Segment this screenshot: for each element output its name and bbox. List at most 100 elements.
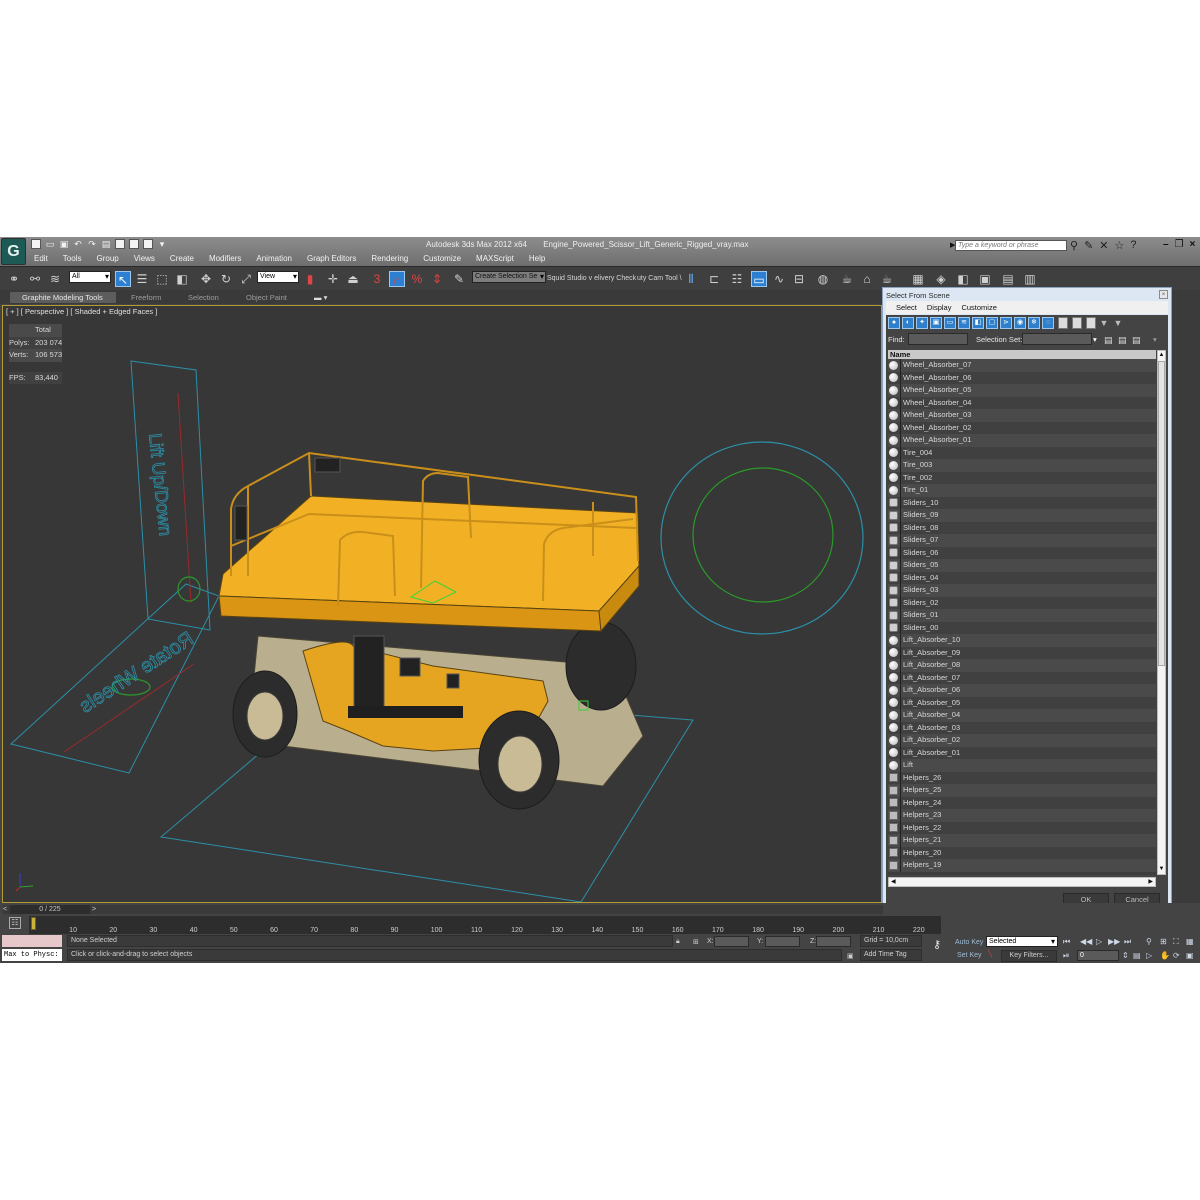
menu-rendering[interactable]: Rendering	[371, 254, 408, 263]
maxscript-listener-input[interactable]: Max to Physc:	[2, 949, 62, 961]
select-and-rotate-icon[interactable]: ↻	[218, 271, 234, 287]
open-file-icon[interactable]: ▭	[45, 239, 55, 249]
list-item[interactable]: Helpers_24	[888, 796, 1156, 809]
list-item[interactable]: Sliders_04	[888, 571, 1156, 584]
subscription-icon[interactable]: ✎	[1084, 239, 1093, 252]
dialog-menu-customize[interactable]: Customize	[961, 301, 996, 314]
close-icon[interactable]: ×	[1190, 239, 1196, 250]
orbit-icon[interactable]: ⟳	[1173, 951, 1180, 960]
window-layout-icon-3[interactable]	[143, 239, 153, 249]
restore-icon[interactable]: ❐	[1175, 239, 1184, 250]
display-invert-icon[interactable]	[1086, 317, 1096, 329]
list-item[interactable]: Tire_004	[888, 446, 1156, 459]
go-to-end-icon[interactable]: ⏭	[1124, 937, 1131, 947]
minimize-icon[interactable]: –	[1163, 239, 1169, 250]
render-setup-icon[interactable]: ☕	[839, 271, 855, 287]
previous-frame-icon[interactable]: ◀◀	[1080, 937, 1092, 946]
current-frame-marker[interactable]	[31, 917, 36, 930]
list-item[interactable]: Helpers_25	[888, 784, 1156, 797]
list-item[interactable]: Sliders_01	[888, 609, 1156, 622]
custom-toolbar-label-2[interactable]: uty Cam Tool \	[637, 275, 682, 282]
qat-dropdown-icon[interactable]: ▾	[157, 239, 167, 249]
y-coordinate-input[interactable]	[765, 936, 800, 947]
set-key-icon[interactable]: ⚷	[927, 938, 947, 951]
redo-icon[interactable]: ↷	[87, 239, 97, 249]
select-and-move-icon[interactable]: ✥	[198, 271, 214, 287]
display-space-warps-icon[interactable]: ≋	[958, 317, 970, 329]
binoculars-icon[interactable]: ⚲	[1070, 239, 1078, 252]
list-item[interactable]: Tire_002	[888, 471, 1156, 484]
tab-freeform[interactable]: Freeform	[131, 292, 161, 303]
select-object-icon[interactable]: ↖	[115, 271, 131, 287]
list-item[interactable]: Wheel_Absorber_01	[888, 434, 1156, 447]
display-frozen-icon[interactable]: ❄	[1028, 317, 1040, 329]
ribbon-options-icon[interactable]: ▬ ▾	[314, 292, 327, 303]
rectangular-selection-icon[interactable]: ⬚	[154, 271, 170, 287]
frame-spinner-icon[interactable]: ⇕	[1122, 951, 1129, 960]
edit-named-selection-icon[interactable]: ✎	[451, 271, 467, 287]
layer-manager-icon[interactable]: ☷	[729, 271, 745, 287]
display-bones-icon[interactable]: ⋗	[1000, 317, 1012, 329]
percent-snap-icon[interactable]: %	[409, 271, 425, 287]
project-folder-icon[interactable]: ▤	[101, 239, 111, 249]
display-helpers-icon[interactable]: ▭	[944, 317, 956, 329]
extra-tool-icon-4[interactable]: ▣	[977, 271, 993, 287]
scroll-left-icon[interactable]: ◀	[891, 878, 896, 887]
display-groups-icon[interactable]: ◧	[972, 317, 984, 329]
menu-group[interactable]: Group	[96, 254, 118, 263]
undo-icon[interactable]: ↶	[73, 239, 83, 249]
display-all-icon[interactable]	[1058, 317, 1068, 329]
name-column-header[interactable]: Name	[888, 350, 1156, 359]
dialog-menu-display[interactable]: Display	[927, 301, 952, 314]
display-none-icon[interactable]	[1072, 317, 1082, 329]
menu-modifiers[interactable]: Modifiers	[209, 254, 241, 263]
menu-animation[interactable]: Animation	[256, 254, 292, 263]
remove-from-selection-set-icon[interactable]: ▤	[1132, 335, 1141, 346]
key-mode-toggle-icon[interactable]: ╲	[988, 950, 992, 958]
set-key-button[interactable]: Set Key	[957, 952, 982, 959]
mini-curve-editor-icon[interactable]: ☷	[9, 917, 21, 929]
display-lights-icon[interactable]: ✦	[916, 317, 928, 329]
list-item[interactable]: Wheel_Absorber_02	[888, 421, 1156, 434]
pan-view-icon[interactable]: ✋	[1160, 951, 1170, 960]
next-frame-icon[interactable]: ▶▶	[1108, 937, 1120, 946]
list-item[interactable]: Lift_Absorber_09	[888, 646, 1156, 659]
snaps-toggle-icon[interactable]: 3	[369, 271, 385, 287]
extra-tool-icon-6[interactable]: ▥	[1022, 271, 1038, 287]
dialog-close-button[interactable]: ×	[1159, 290, 1168, 299]
list-item[interactable]: Wheel_Absorber_07	[888, 359, 1156, 372]
list-item[interactable]: Wheel_Absorber_03	[888, 409, 1156, 422]
key-mode-dropdown[interactable]: Selected	[986, 936, 1058, 947]
tab-selection[interactable]: Selection	[188, 292, 219, 303]
create-selection-set-icon[interactable]: ▤	[1104, 335, 1113, 346]
menu-edit[interactable]: Edit	[34, 254, 48, 263]
menu-views[interactable]: Views	[134, 254, 155, 263]
maxscript-listener-output[interactable]	[2, 935, 62, 947]
selection-lock-icon[interactable]: 🔒︎	[676, 938, 680, 946]
list-item[interactable]: Lift_Absorber_10	[888, 634, 1156, 647]
mirror-icon[interactable]: ⫴	[683, 271, 699, 287]
display-containers-icon[interactable]: ◉	[1014, 317, 1026, 329]
display-shapes-icon[interactable]: ◐	[902, 317, 914, 329]
extra-tool-icon-2[interactable]: ◈	[933, 271, 949, 287]
menu-graph-editors[interactable]: Graph Editors	[307, 254, 356, 263]
display-hidden-icon[interactable]: ◌	[1042, 317, 1054, 329]
time-slider-thumb[interactable]: 0 / 225	[10, 905, 90, 914]
scroll-thumb[interactable]	[1158, 361, 1165, 666]
align-icon[interactable]: ⊏	[706, 271, 722, 287]
list-item[interactable]: Wheel_Absorber_04	[888, 396, 1156, 409]
pivot-center-icon[interactable]: ▮	[302, 271, 318, 287]
list-item[interactable]: Lift_Absorber_07	[888, 671, 1156, 684]
dialog-menu-select[interactable]: Select	[896, 301, 917, 314]
add-to-selection-set-icon[interactable]: ▤	[1118, 335, 1127, 346]
rendered-frame-window-icon[interactable]: ⌂	[859, 271, 875, 287]
list-item[interactable]: Sliders_09	[888, 509, 1156, 522]
list-item[interactable]: Wheel_Absorber_05	[888, 384, 1156, 397]
find-input[interactable]	[908, 333, 968, 345]
auto-key-button[interactable]: Auto Key	[955, 939, 983, 946]
perspective-viewport[interactable]: Rotate Wheels Lift Up/Down [+] [Persp…	[2, 305, 882, 903]
list-item[interactable]: Sliders_07	[888, 534, 1156, 547]
key-filters-button[interactable]: Key Filters...	[1001, 950, 1057, 962]
custom-toolbar-label-1[interactable]: Squid Studio v elivery Check	[547, 275, 636, 282]
list-item[interactable]: Lift_Absorber_02	[888, 734, 1156, 747]
